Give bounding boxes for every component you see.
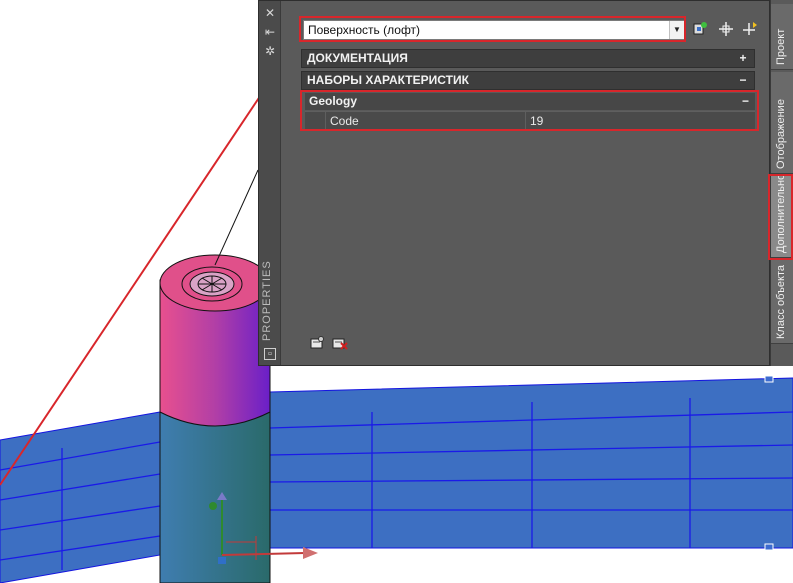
section-property-sets-label: НАБОРЫ ХАРАКТЕРИСТИК <box>307 73 469 87</box>
cylinder-lower-body <box>159 409 271 583</box>
tab-label: Класс объекта <box>775 264 787 339</box>
object-type-value: Поверхность (лофт) <box>308 23 421 37</box>
tab-project[interactable]: Проект <box>771 4 793 70</box>
add-property-sets-icon[interactable] <box>309 336 325 350</box>
palette-tabs: Проект Отображение Дополнительно Класс о… <box>770 0 793 366</box>
tab-extended-data[interactable]: Дополнительно <box>771 173 793 258</box>
settings-icon[interactable]: ✲ <box>263 44 277 58</box>
object-type-select[interactable]: Поверхность (лофт) ▼ <box>303 20 685 40</box>
add-property-set-icon[interactable] <box>691 21 709 39</box>
tab-label: Отображение <box>775 99 787 169</box>
loft-surface-left <box>0 411 161 583</box>
section-documentation[interactable]: ДОКУМЕНТАЦИЯ + <box>301 49 755 68</box>
property-name: Code <box>325 112 530 130</box>
grip-point[interactable] <box>764 543 774 551</box>
collapse-icon[interactable]: − <box>742 93 749 110</box>
close-icon[interactable]: ✕ <box>263 6 277 20</box>
leader-line <box>214 169 259 266</box>
auto-hide-icon[interactable]: ⇤ <box>263 25 277 39</box>
pick-object-icon[interactable] <box>717 21 735 39</box>
property-set-label: Geology <box>309 94 358 108</box>
palette-title: PROPERTIES <box>261 260 273 341</box>
chevron-down-icon[interactable]: ▼ <box>669 21 684 39</box>
grip-point[interactable] <box>764 375 774 383</box>
tab-label: Проект <box>775 28 787 65</box>
cylinder-top-pattern-icon <box>181 266 243 302</box>
palette-menu-icon[interactable]: ▫ <box>264 348 276 360</box>
collapse-icon[interactable]: − <box>738 72 748 89</box>
property-set-geology[interactable]: Geology − <box>305 93 755 110</box>
quick-select-icon[interactable] <box>741 21 759 39</box>
tab-label: Дополнительно <box>775 173 787 253</box>
property-value[interactable]: 19 <box>525 112 760 130</box>
tab-display[interactable]: Отображение <box>771 72 793 174</box>
properties-palette: ✕ ⇤ ✲ PROPERTIES ▫ Поверхность (лофт) ▼ … <box>258 0 770 366</box>
section-documentation-label: ДОКУМЕНТАЦИЯ <box>307 51 408 65</box>
expand-icon[interactable]: + <box>738 50 748 67</box>
remove-property-sets-icon[interactable] <box>332 336 348 350</box>
tab-object-class[interactable]: Класс объекта <box>771 260 793 344</box>
section-property-sets[interactable]: НАБОРЫ ХАРАКТЕРИСТИК − <box>301 71 755 90</box>
property-row[interactable]: Code 19 <box>305 111 755 130</box>
palette-title-bar[interactable]: ✕ ⇤ ✲ PROPERTIES ▫ <box>259 1 281 365</box>
